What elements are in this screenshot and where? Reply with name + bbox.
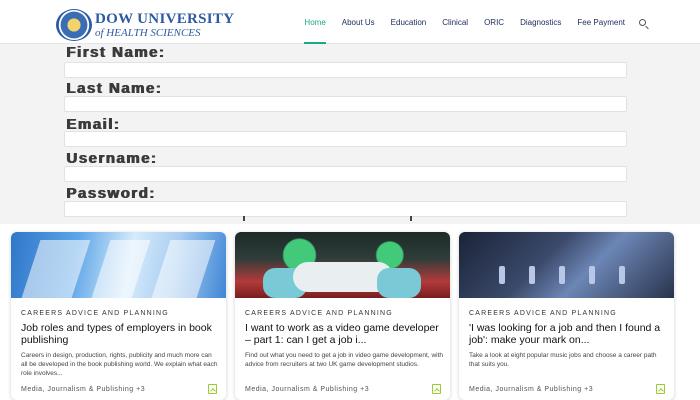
fader-shape	[499, 266, 505, 284]
page-shape	[91, 240, 151, 298]
book-pages-image	[11, 232, 226, 298]
fader-shape	[559, 266, 565, 284]
nav-about-us[interactable]: About Us	[342, 0, 375, 44]
card-category: CAREERS ADVICE AND PLANNING	[469, 310, 617, 317]
university-logo[interactable]: DOW UNIVERSITY of HEALTH SCIENCES	[56, 9, 234, 41]
card-title[interactable]: 'I was looking for a job and then I foun…	[469, 322, 667, 346]
university-seal-icon	[56, 9, 92, 41]
mixing-desk-image	[459, 232, 674, 298]
game-controller-image	[235, 232, 450, 298]
search-icon[interactable]	[639, 18, 646, 26]
article-cards: CAREERS ADVICE AND PLANNING Job roles an…	[0, 228, 700, 400]
bookmark-icon[interactable]	[656, 384, 665, 394]
fader-shape	[589, 266, 595, 284]
nav-education[interactable]: Education	[391, 0, 427, 44]
last-name-label: Last Name:	[66, 80, 162, 97]
logo-title: DOW UNIVERSITY	[95, 10, 235, 27]
card-title[interactable]: Job roles and types of employers in book…	[21, 322, 219, 346]
main-nav: Home About Us Education Clinical ORIC Di…	[288, 0, 646, 44]
first-name-label: First Name:	[66, 44, 166, 61]
username-label: Username:	[66, 150, 158, 167]
section-divider	[0, 216, 700, 222]
first-name-input[interactable]	[64, 62, 627, 78]
nav-diagnostics[interactable]: Diagnostics	[520, 0, 561, 44]
fader-shape	[619, 266, 625, 284]
card-summary: Careers in design, production, rights, p…	[21, 352, 218, 377]
bookmark-icon[interactable]	[208, 384, 217, 394]
nav-oric[interactable]: ORIC	[484, 0, 504, 44]
last-name-input[interactable]	[64, 96, 627, 112]
site-header: DOW UNIVERSITY of HEALTH SCIENCES Home A…	[0, 0, 700, 44]
username-input[interactable]	[64, 166, 627, 182]
registration-form: First Name: Last Name: Email: Username: …	[0, 44, 700, 224]
card-tags[interactable]: Media, Journalism & Publishing +3	[245, 386, 369, 393]
nav-home[interactable]: Home	[304, 0, 327, 44]
page-shape	[21, 240, 91, 298]
logo-subtitle: of HEALTH SCIENCES	[95, 26, 201, 39]
card-title[interactable]: I want to work as a video game developer…	[245, 322, 443, 346]
divider-dot	[410, 216, 412, 221]
nav-clinical[interactable]: Clinical	[442, 0, 468, 44]
nav-fee-payment[interactable]: Fee Payment	[577, 0, 625, 44]
email-input[interactable]	[64, 131, 627, 147]
article-card[interactable]: CAREERS ADVICE AND PLANNING I want to wo…	[235, 232, 450, 400]
card-category: CAREERS ADVICE AND PLANNING	[21, 310, 169, 317]
page-shape	[151, 240, 216, 298]
card-tags[interactable]: Media, Journalism & Publishing +3	[21, 386, 145, 393]
card-category: CAREERS ADVICE AND PLANNING	[245, 310, 393, 317]
password-label: Password:	[66, 185, 156, 202]
card-summary: Take a look at eight popular music jobs …	[469, 352, 657, 368]
card-tags[interactable]: Media, Journalism & Publishing +3	[469, 386, 593, 393]
fader-shape	[529, 266, 535, 284]
card-summary: Find out what you need to get a job in v…	[245, 352, 444, 368]
article-card[interactable]: CAREERS ADVICE AND PLANNING Job roles an…	[11, 232, 226, 400]
password-input[interactable]	[64, 201, 627, 217]
bookmark-icon[interactable]	[432, 384, 441, 394]
divider-dot	[243, 216, 245, 221]
article-card[interactable]: CAREERS ADVICE AND PLANNING 'I was looki…	[459, 232, 674, 400]
hand-shape	[377, 268, 421, 298]
